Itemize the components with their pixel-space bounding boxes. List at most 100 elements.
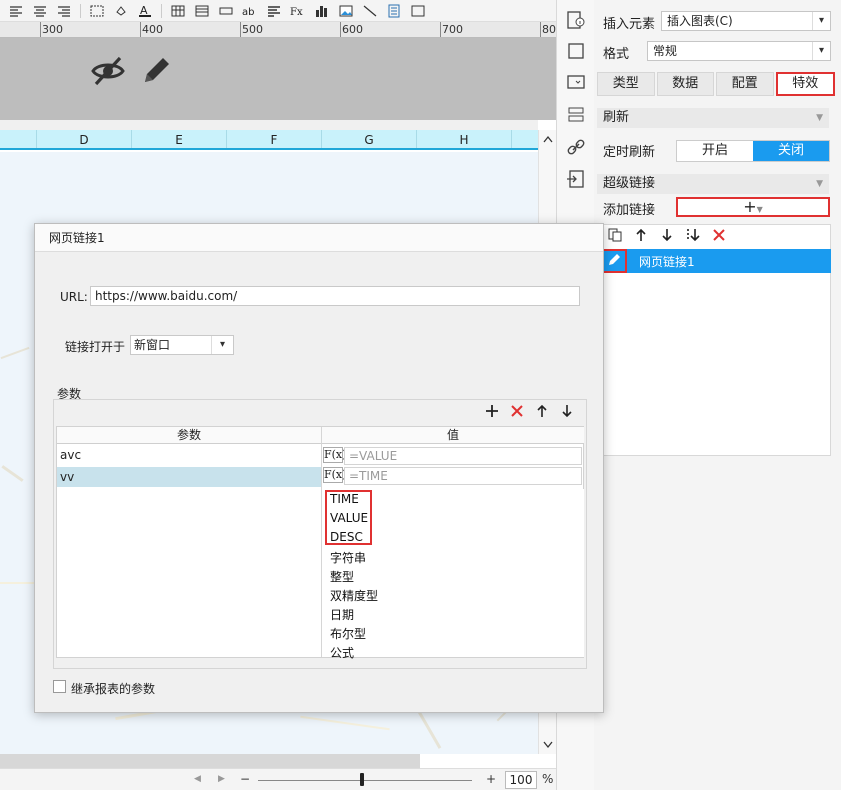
refresh-section-header[interactable]: 刷新 ▼ xyxy=(597,108,829,128)
ruler-tick xyxy=(240,22,241,37)
zoom-value-input[interactable]: 100 xyxy=(505,771,537,789)
tab-effects[interactable]: 特效 xyxy=(775,72,835,96)
refresh-section-title: 刷新 xyxy=(603,110,630,125)
dropdown-option[interactable]: 整型 xyxy=(330,568,354,585)
align-center-icon[interactable] xyxy=(32,4,48,18)
dialog-title: 网页链接1 xyxy=(35,224,603,252)
chevron-down-icon[interactable]: ▾ xyxy=(812,42,830,60)
scroll-down-icon[interactable] xyxy=(541,738,555,752)
dropdown-option[interactable]: 双精度型 xyxy=(330,587,378,604)
open-in-label: 链接打开于 xyxy=(65,340,126,354)
ruler-label: 700 xyxy=(442,23,463,36)
column-header-f[interactable]: F xyxy=(227,130,322,148)
status-bar: ◀ ▶ − + 100 % xyxy=(0,768,556,790)
formula-icon[interactable]: Fx xyxy=(290,4,306,18)
frame-icon[interactable] xyxy=(566,41,586,61)
table-icon[interactable] xyxy=(170,4,186,18)
map-road xyxy=(0,346,30,360)
link-item[interactable]: 网页链接1 xyxy=(598,249,831,273)
chevron-down-icon[interactable]: ▾ xyxy=(812,12,830,30)
page-next-icon[interactable]: ▶ xyxy=(218,774,225,784)
toggle-off-option[interactable]: 关闭 xyxy=(753,141,829,161)
move-bottom-icon[interactable] xyxy=(684,228,702,246)
fill-color-icon[interactable] xyxy=(113,4,129,18)
formula-icon[interactable]: F(x) xyxy=(323,467,346,483)
add-link-button[interactable]: +▼ xyxy=(676,197,830,217)
stacked-layers-icon[interactable] xyxy=(566,105,586,125)
dropdown-option[interactable]: 布尔型 xyxy=(330,625,366,642)
paragraph-icon[interactable] xyxy=(266,4,282,18)
hyperlink-section-header[interactable]: 超级链接 ▼ xyxy=(597,174,829,194)
format-label: 格式 xyxy=(603,47,630,62)
inherit-params-checkbox[interactable] xyxy=(53,680,66,693)
open-in-select[interactable]: 新窗口 ▾ xyxy=(130,335,234,355)
insert-element-select[interactable]: 插入图表(C) ▾ xyxy=(661,11,831,31)
ruler-label: 80 xyxy=(542,23,556,36)
align-right-icon[interactable] xyxy=(56,4,72,18)
import-icon[interactable] xyxy=(566,169,586,189)
zoom-unit: % xyxy=(542,772,554,786)
link-icon[interactable] xyxy=(566,137,586,157)
add-param-icon[interactable] xyxy=(484,404,499,422)
dropdown-option[interactable]: 字符串 xyxy=(330,549,366,566)
font-color-icon[interactable]: A xyxy=(137,4,153,18)
scroll-up-icon[interactable] xyxy=(541,132,555,146)
insert-element-value: 插入图表(C) xyxy=(667,14,733,28)
dropdown-option[interactable]: 公式 xyxy=(330,644,354,661)
text-ab-icon[interactable]: ab xyxy=(242,4,258,18)
tab-data[interactable]: 数据 xyxy=(656,72,714,96)
formula-icon[interactable]: F(x) xyxy=(323,447,346,463)
map-road xyxy=(1,465,24,482)
add-link-label: 添加链接 xyxy=(603,203,656,218)
zoom-slider-track[interactable] xyxy=(258,780,472,781)
collapse-caret-icon[interactable]: ▼ xyxy=(816,108,823,128)
align-left-icon[interactable] xyxy=(8,4,24,18)
bar-chart-icon[interactable] xyxy=(314,4,330,18)
column-header-d[interactable]: D xyxy=(37,130,132,148)
eye-hidden-icon[interactable] xyxy=(90,53,126,89)
param-value-input[interactable]: =VALUE xyxy=(344,447,582,465)
toggle-on-option[interactable]: 开启 xyxy=(677,141,753,161)
page-prev-icon[interactable]: ◀ xyxy=(194,774,201,784)
zoom-in-button[interactable]: + xyxy=(486,772,496,786)
chevron-down-icon[interactable]: ▾ xyxy=(211,336,233,354)
column-header-g[interactable]: G xyxy=(322,130,417,148)
collapse-caret-icon[interactable]: ▼ xyxy=(816,174,823,194)
ruler-label: 600 xyxy=(342,23,363,36)
param-name-cell[interactable]: avc xyxy=(57,445,321,465)
delete-param-icon[interactable] xyxy=(509,404,524,422)
border-icon[interactable] xyxy=(89,4,105,18)
zoom-slider-knob[interactable] xyxy=(360,773,364,786)
pencil-icon[interactable] xyxy=(140,53,174,87)
open-in-value: 新窗口 xyxy=(134,338,171,352)
dropdown-option[interactable]: 日期 xyxy=(330,606,354,623)
ruler-tick xyxy=(140,22,141,37)
edit-link-button[interactable] xyxy=(601,249,627,273)
map-road xyxy=(0,582,34,584)
grid-icon[interactable] xyxy=(194,4,210,18)
frame-icon[interactable] xyxy=(410,4,426,18)
copy-icon[interactable] xyxy=(606,228,624,246)
move-up-icon[interactable] xyxy=(632,228,650,246)
url-input[interactable]: https://www.baidu.com/ xyxy=(90,286,580,306)
textfield-icon[interactable] xyxy=(218,4,234,18)
param-name-cell[interactable]: vv xyxy=(57,467,321,487)
delete-icon[interactable] xyxy=(710,228,728,246)
image-icon[interactable] xyxy=(338,4,354,18)
column-header-e[interactable]: E xyxy=(132,130,227,148)
horizontal-scrollbar[interactable] xyxy=(0,754,420,768)
move-down-icon[interactable] xyxy=(658,228,676,246)
move-down-icon[interactable] xyxy=(559,404,574,422)
dropdown-widget-icon[interactable] xyxy=(566,72,586,92)
format-select[interactable]: 常规 ▾ xyxy=(647,41,831,61)
format-value: 常规 xyxy=(653,44,678,58)
column-header-h[interactable]: H xyxy=(417,130,512,148)
widget-info-icon[interactable] xyxy=(566,10,586,30)
slash-icon[interactable] xyxy=(362,4,378,18)
tab-config[interactable]: 配置 xyxy=(716,72,774,96)
move-up-icon[interactable] xyxy=(534,404,549,422)
document-icon[interactable] xyxy=(386,4,402,18)
tab-type[interactable]: 类型 xyxy=(597,72,655,96)
param-value-input[interactable]: =TIME xyxy=(344,467,582,485)
zoom-out-button[interactable]: − xyxy=(240,772,250,786)
